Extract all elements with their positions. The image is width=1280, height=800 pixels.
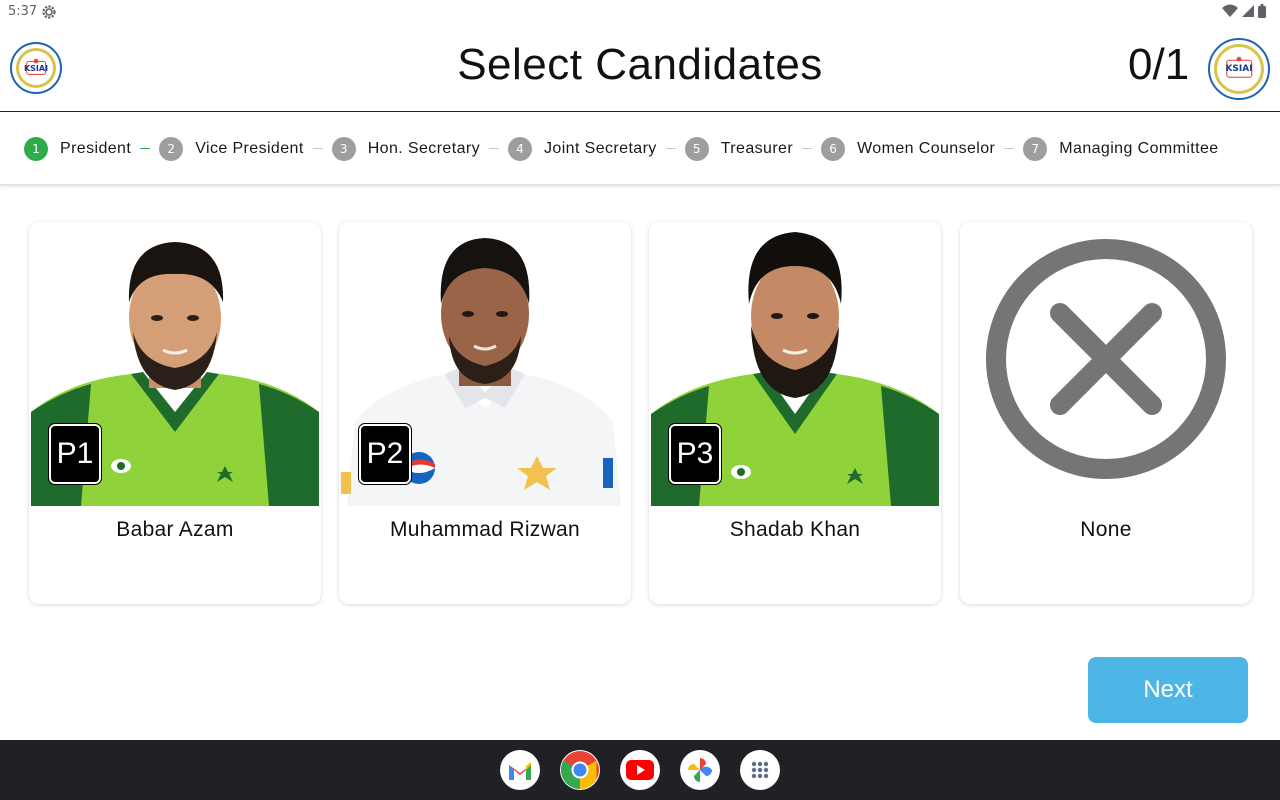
step-connector <box>802 148 813 149</box>
step-label: Treasurer <box>720 139 794 157</box>
app-header: ✸ KSIAI Select Candidates 0/1 ✸ KSIAI <box>0 24 1280 112</box>
step-number: 1 <box>24 136 48 161</box>
status-icons <box>1222 4 1266 18</box>
candidate-card-none[interactable]: None <box>960 222 1252 604</box>
step-number: 6 <box>821 136 846 161</box>
wifi-icon <box>1222 4 1238 17</box>
gmail-icon[interactable] <box>500 750 540 790</box>
candidate-name: Shadab Khan <box>729 518 861 541</box>
step-hon-secretary[interactable]: 3 Hon. Secretary <box>331 136 480 161</box>
selection-counter: 0/1 <box>1128 40 1190 89</box>
step-number: 5 <box>684 136 709 161</box>
next-button[interactable]: Next <box>1088 657 1248 723</box>
step-number: 3 <box>331 136 356 161</box>
step-label: Women Counselor <box>857 139 996 157</box>
candidate-badge: P2 <box>358 423 412 485</box>
candidate-name: None <box>1080 518 1132 541</box>
step-connector <box>140 148 151 149</box>
signal-icon <box>1242 5 1254 17</box>
step-number: 7 <box>1023 136 1048 161</box>
step-vice-president[interactable]: 2 Vice President <box>159 136 304 161</box>
step-connector <box>489 148 499 149</box>
step-managing-committee[interactable]: 7 Managing Committee <box>1023 136 1219 161</box>
step-label: Managing Committee <box>1059 139 1219 157</box>
step-women-counselor[interactable]: 6 Women Counselor <box>821 136 996 161</box>
photos-icon[interactable] <box>680 750 720 790</box>
battery-icon <box>1258 4 1266 18</box>
cancel-circle-icon <box>986 239 1226 479</box>
step-connector <box>665 148 676 149</box>
step-label: Hon. Secretary <box>367 139 480 157</box>
step-label: President <box>60 139 132 157</box>
candidate-badge: P3 <box>668 423 722 485</box>
status-time: 5:37 <box>8 4 38 19</box>
step-number: 4 <box>508 136 532 161</box>
position-stepper: 1 President 2 Vice President 3 Hon. Secr… <box>0 113 1280 185</box>
candidate-badge: P1 <box>48 423 102 485</box>
page-title: Select Candidates <box>457 40 823 89</box>
logo-text: KSIAI <box>1225 64 1253 74</box>
step-joint-secretary[interactable]: 4 Joint Secretary <box>508 136 657 161</box>
youtube-icon[interactable] <box>620 750 660 790</box>
chrome-icon[interactable] <box>560 750 600 790</box>
none-option-graphic <box>962 222 1250 506</box>
app-drawer-icon[interactable] <box>740 750 780 790</box>
step-label: Joint Secretary <box>544 139 657 157</box>
step-president[interactable]: 1 President <box>24 136 132 161</box>
association-logo-right: ✸ KSIAI <box>1208 38 1270 100</box>
candidate-card-muhammad-rizwan[interactable]: P2 Muhammad Rizwan <box>339 222 631 604</box>
step-treasurer[interactable]: 5 Treasurer <box>684 136 794 161</box>
taskbar <box>0 740 1280 800</box>
candidate-card-babar-azam[interactable]: P1 Babar Azam <box>29 222 321 604</box>
step-connector <box>312 148 323 149</box>
status-bar: 5:37 <box>0 0 1280 24</box>
candidate-name: Muhammad Rizwan <box>389 518 581 541</box>
step-number: 2 <box>159 136 184 161</box>
candidate-card-shadab-khan[interactable]: P3 Shadab Khan <box>649 222 941 604</box>
settings-gear-icon <box>42 5 56 19</box>
candidate-name: Babar Azam <box>116 518 234 541</box>
step-label: Vice President <box>195 139 304 157</box>
step-connector <box>1004 148 1015 149</box>
